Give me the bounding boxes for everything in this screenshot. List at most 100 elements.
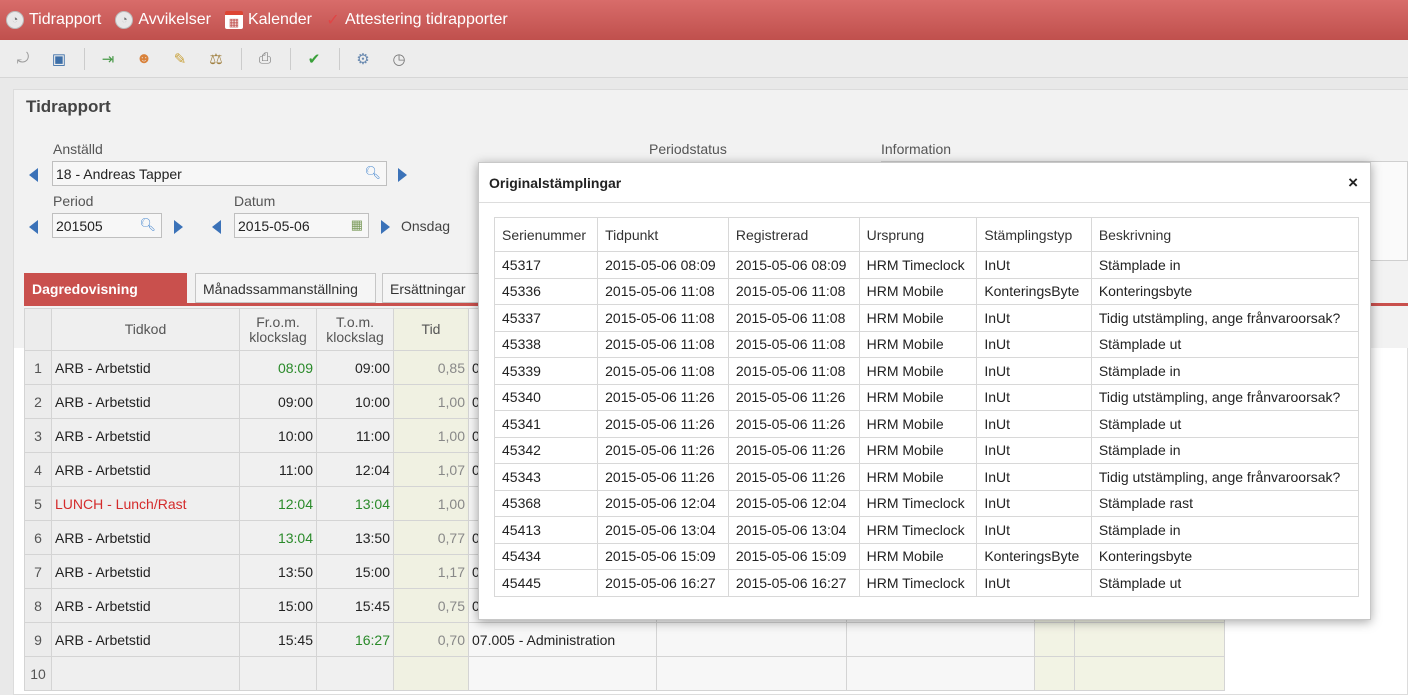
cell-tid[interactable]: 1,00 [393,486,469,521]
cell-tidkod[interactable]: ARB - Arbetstid [51,520,240,555]
cell-to[interactable]: 11:00 [316,418,394,453]
cell-tidkod[interactable] [51,656,240,691]
cell-extra[interactable] [656,656,847,691]
nav-avvikelser[interactable]: ◔ Avvikelser [115,11,211,29]
cell-tidkod[interactable]: ARB - Arbetstid [51,622,240,657]
stamp-row[interactable]: 45413 2015-05-06 13:04 2015-05-06 13:04 HRM… [493,516,1360,544]
edit-icon[interactable]: ✎ [169,48,191,70]
table-row[interactable]: 10 [24,656,1225,691]
date-field[interactable]: 2015-05-06 ▦ [234,213,369,238]
cell-from[interactable]: 10:00 [239,418,317,453]
search-icon[interactable]: 🔍︎ [364,165,381,181]
stamp-col-header[interactable]: Stämplingstyp [976,217,1092,252]
cell-tid[interactable]: 0,75 [393,588,469,623]
tab-manadssammanstallning[interactable]: Månadssammanställning [195,273,376,303]
stamp-row[interactable]: 45343 2015-05-06 11:26 2015-05-06 11:26 HRM… [493,463,1360,491]
cell-from[interactable]: 15:00 [239,588,317,623]
nav-tidrapport[interactable]: ◔ Tidrapport [6,11,101,29]
cell-tid[interactable]: 0,77 [393,520,469,555]
stamp-col-header[interactable]: Tidpunkt [597,217,729,252]
cell-tid[interactable]: 0,85 [393,350,469,385]
col-tid[interactable]: Tid [393,308,469,351]
cell-tid[interactable]: 1,00 [393,418,469,453]
cell-extra[interactable] [656,622,847,657]
calendar-icon[interactable]: ▦ [351,217,363,233]
cell-from[interactable]: 11:00 [239,452,317,487]
col-tidkod[interactable]: Tidkod [51,308,240,351]
stamp-row[interactable]: 45338 2015-05-06 11:08 2015-05-06 11:08 HRM… [493,330,1360,358]
stamp-row[interactable]: 45342 2015-05-06 11:26 2015-05-06 11:26 HRM… [493,436,1360,464]
cell-from[interactable]: 08:09 [239,350,317,385]
cell-extra[interactable] [1074,656,1225,691]
next-employee-button[interactable] [398,168,407,182]
cell-tid[interactable] [393,656,469,691]
cell-from[interactable]: 13:50 [239,554,317,589]
close-icon[interactable]: × [1348,173,1358,193]
nav-attestering[interactable]: ✓ Attestering tidrapporter [326,11,507,29]
cell-tid[interactable]: 1,00 [393,384,469,419]
cell-from[interactable] [239,656,317,691]
col-from[interactable]: Fr.o.m. klockslag [239,308,317,351]
stamp-row[interactable]: 45368 2015-05-06 12:04 2015-05-06 12:04 HRM… [493,489,1360,517]
cell-tid[interactable]: 0,70 [393,622,469,657]
save-icon[interactable]: ▣ [48,48,70,70]
tab-dagredovisning[interactable]: Dagredovisning [24,273,187,304]
approve-icon[interactable]: ✔ [303,48,325,70]
stamp-col-header[interactable]: Beskrivning [1090,217,1360,252]
stamp-row[interactable]: 45336 2015-05-06 11:08 2015-05-06 11:08 HRM… [493,277,1360,305]
cell-tid[interactable]: 1,07 [393,452,469,487]
cell-extra[interactable] [846,622,1035,657]
cell-extra[interactable] [846,656,1035,691]
balance-icon[interactable]: ⚖ [205,48,227,70]
cell-to[interactable]: 16:27 [316,622,394,657]
cell-to[interactable]: 15:45 [316,588,394,623]
stamp-row[interactable]: 45341 2015-05-06 11:26 2015-05-06 11:26 HRM… [493,410,1360,438]
stamp-row[interactable]: 45434 2015-05-06 15:09 2015-05-06 15:09 HRM… [493,542,1360,570]
employee-field[interactable]: 18 - Andreas Tapper 🔍︎ [52,161,387,186]
stamp-row[interactable]: 45317 2015-05-06 08:09 2015-05-06 08:09 HRM… [493,251,1360,279]
stamp-row[interactable]: 45337 2015-05-06 11:08 2015-05-06 11:08 HRM… [493,304,1360,332]
clock-icon[interactable]: ◷ [388,48,410,70]
export-icon[interactable]: ⇥ [97,48,119,70]
cell-tidkod[interactable]: ARB - Arbetstid [51,452,240,487]
cell-project[interactable]: 07.005 - Administration [468,622,657,657]
cell-tidkod[interactable]: LUNCH - Lunch/Rast [51,486,240,521]
cell-from[interactable]: 09:00 [239,384,317,419]
search-icon[interactable]: 🔍︎ [139,217,156,233]
stamp-row[interactable]: 45340 2015-05-06 11:26 2015-05-06 11:26 HRM… [493,383,1360,411]
table-row[interactable]: 9 ARB - Arbetstid 15:45 16:27 0,70 07.005 - A… [24,622,1225,657]
prev-employee-button[interactable] [29,168,38,182]
next-period-button[interactable] [174,220,183,234]
stamp-row[interactable]: 45445 2015-05-06 16:27 2015-05-06 16:27 HRM… [493,569,1360,597]
cell-tidkod[interactable]: ARB - Arbetstid [51,554,240,589]
cell-from[interactable]: 15:45 [239,622,317,657]
settings-icon[interactable]: ⚙ [352,48,374,70]
cell-tid[interactable]: 1,17 [393,554,469,589]
cell-to[interactable]: 12:04 [316,452,394,487]
undo-icon[interactable]: ⤾ [12,48,34,70]
prev-date-button[interactable] [212,220,221,234]
stamp-row[interactable]: 45339 2015-05-06 11:08 2015-05-06 11:08 HRM… [493,357,1360,385]
stamp-col-header[interactable]: Serienummer [493,217,599,252]
prev-period-button[interactable] [29,220,38,234]
cell-from[interactable]: 12:04 [239,486,317,521]
cell-extra[interactable] [1074,622,1225,657]
stamp-col-header[interactable]: Ursprung [858,217,978,252]
cell-extra[interactable] [1034,622,1075,657]
next-date-button[interactable] [381,220,390,234]
cell-tidkod[interactable]: ARB - Arbetstid [51,588,240,623]
cell-to[interactable]: 09:00 [316,350,394,385]
cell-tidkod[interactable]: ARB - Arbetstid [51,350,240,385]
cell-tidkod[interactable]: ARB - Arbetstid [51,384,240,419]
col-to[interactable]: T.o.m. klockslag [316,308,394,351]
nav-kalender[interactable]: ▦ Kalender [224,11,312,29]
cell-project[interactable] [468,656,657,691]
cell-to[interactable]: 15:00 [316,554,394,589]
user-icon[interactable]: ☻ [133,48,155,70]
cell-to[interactable]: 13:04 [316,486,394,521]
period-field[interactable]: 201505 🔍︎ [52,213,162,238]
cell-from[interactable]: 13:04 [239,520,317,555]
print-icon[interactable]: ⎙ [254,48,276,70]
cell-tidkod[interactable]: ARB - Arbetstid [51,418,240,453]
cell-to[interactable] [316,656,394,691]
